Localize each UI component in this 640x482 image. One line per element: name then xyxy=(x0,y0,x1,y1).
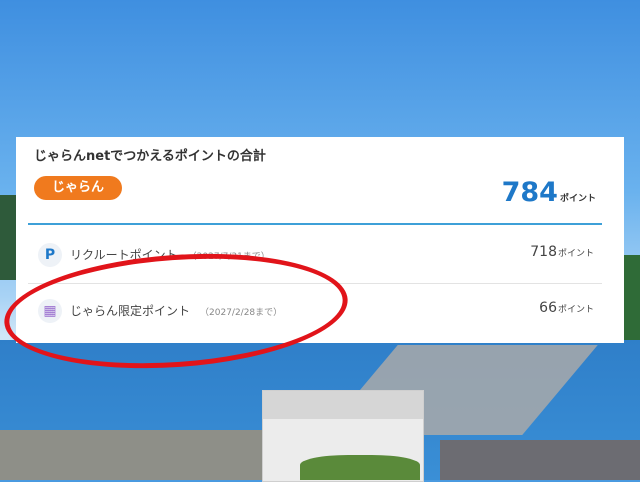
total-points-value: 784 xyxy=(501,177,558,208)
jalan-logo: じゃらん xyxy=(34,176,122,200)
row-value-unit: ポイント xyxy=(557,249,594,259)
background-buildings-right xyxy=(440,440,640,480)
background-trees xyxy=(300,455,420,480)
row-value-number: 66 xyxy=(539,300,557,316)
row-value: 66ポイント xyxy=(539,300,594,316)
background-shore xyxy=(0,430,270,480)
card-title: じゃらんnetでつかえるポイントの合計 xyxy=(34,149,266,164)
row-value-number: 718 xyxy=(530,244,557,260)
total-points: 784 ポイント xyxy=(502,177,596,208)
recruit-point-icon: P xyxy=(38,243,62,267)
row-value-unit: ポイント xyxy=(557,305,594,315)
total-points-unit: ポイント xyxy=(559,194,596,204)
divider xyxy=(28,223,602,225)
row-value: 718ポイント xyxy=(530,244,594,260)
